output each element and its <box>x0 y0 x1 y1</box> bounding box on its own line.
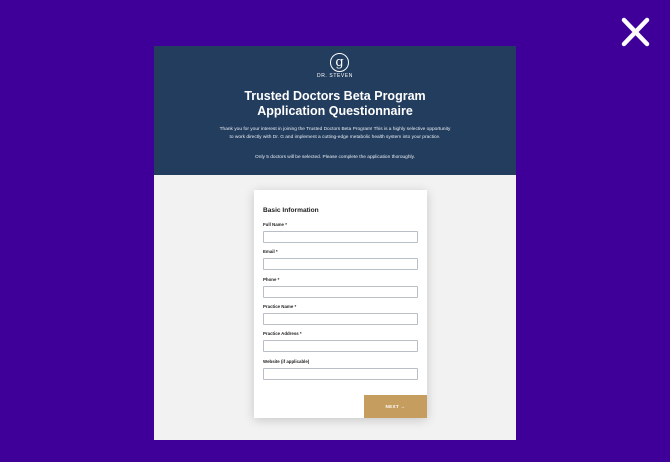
practice-name-label: Practice Name * <box>263 304 297 309</box>
close-x-icon <box>621 17 650 47</box>
form-footer <box>254 395 364 418</box>
phone-input[interactable] <box>263 286 418 298</box>
full-name-input[interactable] <box>263 231 418 243</box>
brand-logo-icon: g <box>330 53 349 72</box>
practice-address-label: Practice Address * <box>263 331 302 336</box>
brand-name: DR. STEVEN <box>316 73 353 79</box>
page-title: Trusted Doctors Beta Program Application… <box>244 89 426 118</box>
intro-text: Thank you for your interest in joining t… <box>219 127 451 140</box>
next-button[interactable]: NEXT → <box>364 395 427 418</box>
close-button[interactable] <box>620 17 651 47</box>
website-label: Website (if applicable) <box>263 359 310 364</box>
full-name-label: Full Name * <box>263 222 287 227</box>
website-input[interactable] <box>263 368 418 380</box>
email-label: Email * <box>263 249 278 254</box>
practice-name-input[interactable] <box>263 313 418 325</box>
phone-label: Phone * <box>263 277 280 282</box>
practice-address-input[interactable] <box>263 340 418 352</box>
section-title: Basic Information <box>263 207 319 214</box>
application-form-card: Basic Information Full Name * Email * Ph… <box>254 190 427 418</box>
email-input[interactable] <box>263 258 418 270</box>
hero-banner: g DR. STEVEN Trusted Doctors Beta Progra… <box>154 46 516 175</box>
form-page: g DR. STEVEN Trusted Doctors Beta Progra… <box>154 46 516 440</box>
selection-note: Only 5 doctors will be selected. Please … <box>255 155 415 160</box>
